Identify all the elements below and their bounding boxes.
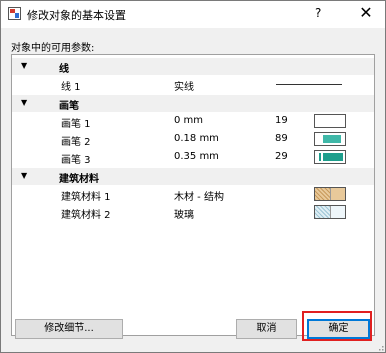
- param-value: 实线: [174, 82, 194, 93]
- param-name: 建筑材料 2: [61, 210, 111, 221]
- group-row-line[interactable]: ▼ 线: [12, 58, 374, 75]
- param-value: 0.35 mm: [174, 151, 219, 162]
- dialog-window: 修改对象的基本设置 ? ✕ 对象中的可用参数: ▼ 线 线 1 实线 ▼ 画笔 …: [0, 0, 386, 353]
- pen-number: 19: [275, 115, 288, 126]
- pen-swatch[interactable]: [314, 114, 346, 128]
- close-button[interactable]: ✕: [357, 3, 375, 22]
- pen-number: 89: [275, 133, 288, 144]
- resize-grip-icon[interactable]: [376, 343, 384, 351]
- collapse-caret-icon[interactable]: ▼: [21, 171, 27, 180]
- param-value: 0 mm: [174, 115, 204, 126]
- modify-details-button[interactable]: 修改细节...: [15, 319, 123, 339]
- group-name: 建筑材料: [59, 174, 99, 185]
- collapse-caret-icon[interactable]: ▼: [21, 98, 27, 107]
- ok-button-highlight: [302, 311, 372, 341]
- param-name: 画笔 2: [61, 137, 91, 148]
- param-name: 建筑材料 1: [61, 192, 111, 203]
- group-row-pen[interactable]: ▼ 画笔: [12, 95, 374, 112]
- param-name: 画笔 3: [61, 155, 91, 166]
- param-row[interactable]: 建筑材料 2 玻璃: [12, 204, 374, 221]
- param-row[interactable]: 建筑材料 1 木材 - 结构: [12, 186, 374, 203]
- material-swatch[interactable]: [314, 187, 346, 201]
- material-swatch[interactable]: [314, 205, 346, 219]
- param-name: 画笔 1: [61, 119, 91, 130]
- param-row[interactable]: 画笔 3 0.35 mm 29: [12, 149, 374, 166]
- pen-swatch[interactable]: [314, 132, 346, 146]
- dialog-body: 对象中的可用参数: ▼ 线 线 1 实线 ▼ 画笔 画笔 1 0 mm 19 画…: [1, 28, 385, 352]
- window-title: 修改对象的基本设置: [27, 9, 126, 22]
- group-row-material[interactable]: ▼ 建筑材料: [12, 168, 374, 185]
- title-bar[interactable]: 修改对象的基本设置 ? ✕: [1, 1, 385, 27]
- pen-swatch[interactable]: [314, 150, 346, 164]
- param-row[interactable]: 画笔 2 0.18 mm 89: [12, 131, 374, 148]
- parameters-list[interactable]: ▼ 线 线 1 实线 ▼ 画笔 画笔 1 0 mm 19 画笔 2 0.18 m…: [11, 54, 375, 336]
- param-row[interactable]: 画笔 1 0 mm 19: [12, 113, 374, 130]
- available-params-label: 对象中的可用参数:: [11, 43, 95, 54]
- help-button[interactable]: ?: [315, 6, 321, 20]
- param-value: 0.18 mm: [174, 133, 219, 144]
- pen-number: 29: [275, 151, 288, 162]
- collapse-caret-icon[interactable]: ▼: [21, 61, 27, 70]
- param-value: 木材 - 结构: [174, 192, 224, 203]
- group-name: 画笔: [59, 101, 79, 112]
- settings-app-icon: [8, 7, 21, 20]
- group-name: 线: [59, 64, 69, 75]
- line-sample-swatch: [276, 84, 342, 85]
- param-name: 线 1: [61, 82, 81, 93]
- param-value: 玻璃: [174, 210, 194, 221]
- param-row[interactable]: 线 1 实线: [12, 76, 374, 93]
- cancel-button[interactable]: 取消: [236, 319, 297, 339]
